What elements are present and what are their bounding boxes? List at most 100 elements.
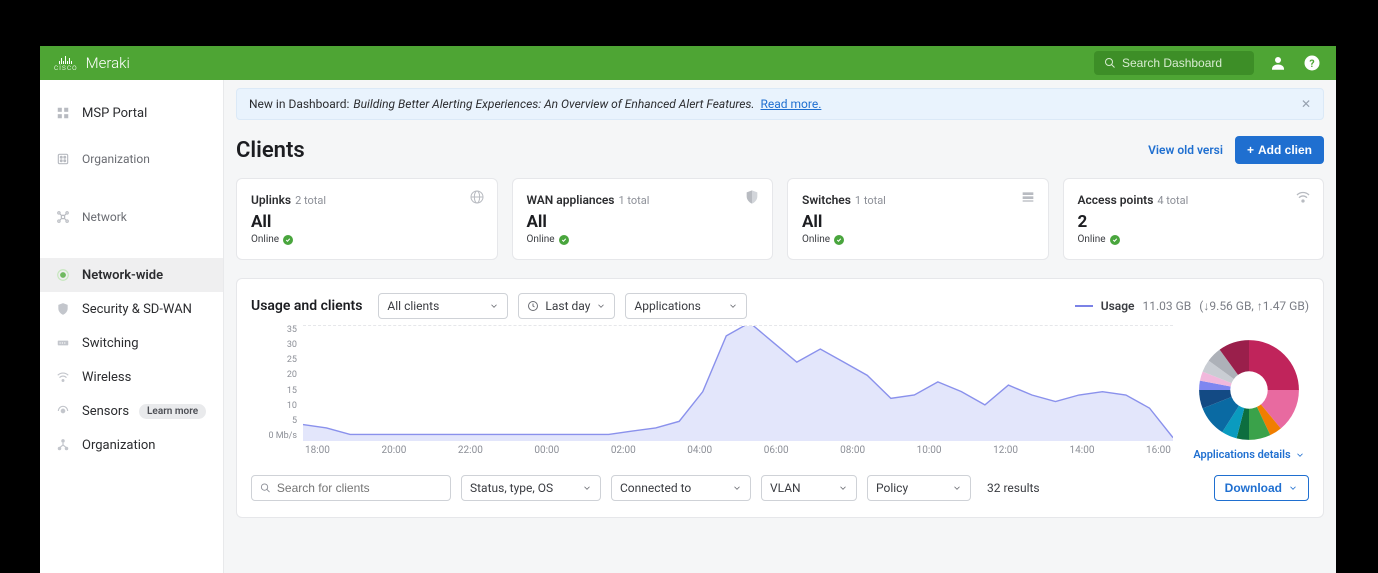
topbar: cisco Meraki ? [40, 46, 1336, 80]
results-count: 32 results [987, 481, 1040, 495]
banner-read-more-link[interactable]: Read more. [761, 97, 822, 111]
usage-legend: Usage 11.03 GB (↓9.56 GB, ↑1.47 GB) [1075, 299, 1309, 313]
search-clients-input[interactable] [277, 481, 442, 495]
dd-time-label: Last day [545, 299, 590, 313]
chevron-down-icon [838, 483, 848, 493]
chevron-down-icon [596, 301, 606, 311]
card-status: Online [527, 234, 555, 245]
dd-clients-label: All clients [387, 299, 439, 313]
sidebar-network-label: Network [82, 210, 127, 224]
search-icon [1104, 57, 1116, 69]
chevron-down-icon [728, 301, 738, 311]
applications-details-link[interactable]: Applications details [1193, 448, 1304, 461]
card-title: WAN appliances [527, 193, 615, 207]
dd-label: Status, type, OS [470, 481, 553, 495]
add-client-label: Add clien [1258, 143, 1312, 157]
globe-icon [469, 189, 485, 209]
sidebar-network-name [40, 228, 223, 246]
dd-label: Connected to [620, 481, 691, 495]
sensors-learn-more-pill[interactable]: Learn more [139, 404, 206, 419]
dd-vlan[interactable]: VLAN [761, 475, 857, 501]
card-value: All [251, 212, 483, 232]
dd-clients[interactable]: All clients [378, 293, 508, 319]
card-status: Online [1078, 234, 1106, 245]
card-total: 4 total [1157, 194, 1188, 207]
brand-sub: cisco [54, 64, 78, 72]
dd-metric[interactable]: Applications [625, 293, 747, 319]
card-title: Switches [802, 193, 851, 207]
chevron-down-icon [1295, 450, 1305, 460]
wifi-icon [54, 368, 72, 386]
switch-icon [54, 334, 72, 352]
dd-policy[interactable]: Policy [867, 475, 971, 501]
card-value: 2 [1078, 212, 1310, 232]
switch-stack-icon [1020, 189, 1036, 209]
dd-connected-to[interactable]: Connected to [611, 475, 751, 501]
card-value: All [802, 212, 1034, 232]
chevron-down-icon [489, 301, 499, 311]
help-icon[interactable]: ? [1302, 53, 1322, 73]
global-search-input[interactable] [1122, 56, 1242, 70]
sidebar-item-security[interactable]: Security & SD-WAN [40, 292, 223, 326]
card-switches[interactable]: Switches1 total All Online [787, 178, 1049, 260]
shield-half-icon [744, 189, 760, 209]
card-wan-appliances[interactable]: WAN appliances1 total All Online [512, 178, 774, 260]
chevron-down-icon [952, 483, 962, 493]
dd-label: Policy [876, 481, 908, 495]
status-ok-icon [559, 235, 569, 245]
legend-up: ↑1.47 GB [1257, 299, 1305, 313]
dd-time-range[interactable]: Last day [518, 293, 615, 319]
card-uplinks[interactable]: Uplinks2 total All Online [236, 178, 498, 260]
search-icon [260, 482, 271, 494]
sidebar-item-organization[interactable]: Organization [40, 428, 223, 462]
wifi-icon [1295, 189, 1311, 209]
dd-status-type[interactable]: Status, type, OS [461, 475, 601, 501]
chevron-down-icon [1288, 483, 1298, 493]
card-value: All [527, 212, 759, 232]
sidebar-item-wireless[interactable]: Wireless [40, 360, 223, 394]
sidebar-item-label: Security & SD-WAN [82, 302, 192, 317]
legend-total: 11.03 GB [1143, 299, 1192, 313]
sidebar-item-label: Organization [82, 438, 155, 453]
clock-icon [527, 300, 539, 312]
search-clients[interactable] [251, 475, 451, 501]
org-icon [54, 150, 72, 168]
main-content: New in Dashboard: Building Better Alerti… [224, 80, 1336, 573]
banner-close-icon[interactable]: ✕ [1301, 97, 1311, 111]
profile-icon[interactable] [1268, 53, 1288, 73]
card-total: 1 total [855, 194, 886, 207]
chevron-down-icon [732, 483, 742, 493]
sidebar-item-sensors[interactable]: Sensors Learn more [40, 394, 223, 428]
sensor-icon [54, 402, 72, 420]
dd-label: VLAN [770, 481, 801, 495]
app-details-label: Applications details [1193, 448, 1290, 461]
page-title: Clients [236, 138, 305, 163]
status-ok-icon [283, 235, 293, 245]
sidebar-item-label: Wireless [82, 370, 131, 385]
plus-icon: + [1247, 143, 1254, 157]
global-search[interactable] [1094, 51, 1254, 75]
sidebar: MSP Portal Organization Network [40, 80, 224, 573]
download-button[interactable]: Download [1214, 475, 1309, 501]
legend-down: ↓9.56 GB, [1203, 299, 1253, 313]
view-old-version-link[interactable]: View old versi [1148, 143, 1223, 157]
info-banner: New in Dashboard: Building Better Alerti… [236, 88, 1324, 120]
brand-name: Meraki [86, 54, 130, 72]
sidebar-item-switching[interactable]: Switching [40, 326, 223, 360]
status-ok-icon [1110, 235, 1120, 245]
card-access-points[interactable]: Access points4 total 2 Online [1063, 178, 1325, 260]
banner-text: Building Better Alerting Experiences: An… [353, 97, 754, 111]
grid-icon [54, 104, 72, 122]
applications-donut[interactable] [1197, 338, 1301, 442]
sidebar-org-label: Organization [82, 152, 150, 166]
card-total: 1 total [618, 194, 649, 207]
sidebar-msp-portal[interactable]: MSP Portal [40, 96, 223, 130]
chart-title: Usage and clients [251, 298, 362, 314]
sidebar-item-network-wide[interactable]: Network-wide [40, 258, 223, 292]
sidebar-item-label: Network-wide [82, 268, 163, 283]
sidebar-msp-label: MSP Portal [82, 106, 147, 121]
brand[interactable]: cisco Meraki [54, 54, 130, 72]
network-icon [54, 208, 72, 226]
usage-panel: Usage and clients All clients Last day [236, 278, 1324, 518]
add-client-button[interactable]: + Add clien [1235, 136, 1324, 164]
